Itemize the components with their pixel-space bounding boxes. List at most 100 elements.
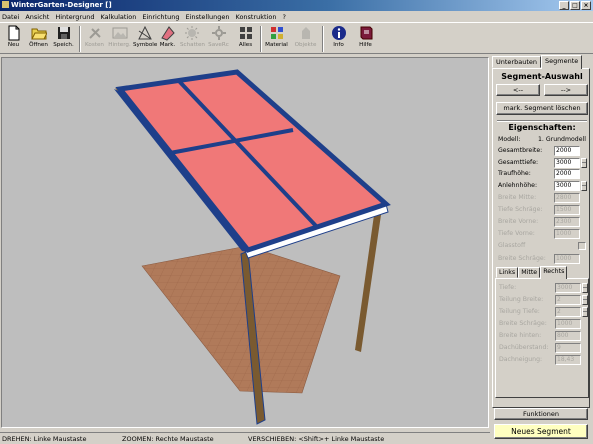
new-label: Neu: [7, 42, 20, 48]
info-label: Info: [333, 42, 344, 48]
anlehnhoehe-input[interactable]: 3000: [554, 181, 580, 191]
tiefe-input: 3000: [555, 283, 581, 293]
breite-vorne-row: Breite Vorne: 2300: [498, 217, 588, 227]
background-button[interactable]: Hinterg.: [108, 24, 131, 54]
help-label: Hilfe: [359, 42, 372, 48]
open-label: Öffnen: [29, 42, 48, 48]
tiefe-schraege-input: 1500: [554, 205, 580, 215]
menu-help[interactable]: ?: [283, 13, 286, 21]
status-rotate-hint: DREHEN: Linke Maustaste: [2, 435, 87, 443]
shadow-button[interactable]: Schatten: [180, 24, 205, 54]
objects-button[interactable]: Objekte: [294, 24, 317, 54]
teilung-breite-row: Teilung Breite: 2: [499, 295, 589, 305]
dachneigung-label: Dachneigung:: [499, 356, 543, 363]
teilung-breite-spinner: [582, 295, 588, 305]
post-right: [355, 208, 382, 352]
tab-unterbauten[interactable]: Unterbauten: [492, 56, 541, 68]
toolbar: Neu Öffnen Speich. Kosten Hinterg. Symbo…: [0, 22, 593, 54]
next-segment-button[interactable]: -->: [544, 84, 588, 96]
open-button[interactable]: Öffnen: [27, 24, 50, 54]
glasstoff-checkbox[interactable]: [578, 242, 586, 250]
tiefe-spinner: [582, 283, 588, 293]
model-label: Modell:: [498, 136, 521, 143]
properties-panel: Unterbauten Segmente Segment-Auswahl <--…: [491, 55, 592, 442]
breite-mitte-input: 2800: [554, 193, 580, 203]
saverc-button[interactable]: SaveRc: [207, 24, 230, 54]
properties-heading: Eigenschaften:: [508, 123, 576, 132]
menu-ansicht[interactable]: Ansicht: [25, 13, 49, 21]
menu-kalkulation[interactable]: Kalkulation: [100, 13, 136, 21]
toolbar-separator: [260, 26, 262, 52]
floor-tiles: [141, 245, 341, 394]
traufhoehe-row: Traufhöhe: 2000: [498, 169, 588, 179]
tiefe-vorne-label: Tiefe Vorne:: [498, 230, 535, 237]
teilung-tiefe-spinner: [582, 307, 588, 317]
functions-button[interactable]: Funktionen: [494, 408, 588, 420]
info-button[interactable]: Info: [327, 24, 350, 54]
gesamtbreite-input[interactable]: 2000: [554, 146, 580, 156]
anlehnhoehe-label: Anlehnhöhe:: [498, 182, 538, 189]
tiefe-vorne-input: 1000: [554, 229, 580, 239]
menu-einstellungen[interactable]: Einstellungen: [185, 13, 229, 21]
traufhoehe-input[interactable]: 2000: [554, 169, 580, 179]
teilung-tiefe-input: 2: [555, 307, 581, 317]
tiefe-label: Tiefe:: [499, 284, 517, 291]
breite-hinten-label: Breite hinten:: [499, 332, 542, 339]
menu-bar: Datei Ansicht Hintergrund Kalkulation Ei…: [0, 11, 593, 22]
material-icon: [270, 27, 283, 39]
gesamttiefe-input[interactable]: 3000: [554, 158, 580, 168]
mark-label: Mark.: [159, 42, 176, 48]
breite-mitte-label: Breite Mitte:: [498, 194, 537, 201]
anlehnhoehe-spinner[interactable]: [581, 181, 587, 191]
delete-segment-button[interactable]: mark. Segment löschen: [496, 102, 588, 115]
tab-segmente[interactable]: Segmente: [541, 55, 583, 69]
new-button[interactable]: Neu: [2, 24, 25, 54]
carport-3d-scene[interactable]: [2, 58, 488, 427]
cost-button[interactable]: Kosten: [83, 24, 106, 54]
new-segment-button[interactable]: Neues Segment: [494, 424, 588, 439]
new-document-icon: [8, 25, 19, 41]
divider: [497, 120, 587, 122]
status-zoom-hint: ZOOMEN: Rechte Maustaste: [122, 435, 214, 443]
sub-breite-schraege-row: Breite Schräge: 1000: [499, 319, 589, 329]
app-icon: [2, 1, 9, 8]
menu-konstruktion[interactable]: Konstruktion: [236, 13, 277, 21]
shadow-label: Schatten: [180, 42, 205, 48]
teilung-breite-label: Teilung Breite:: [499, 296, 544, 303]
material-button[interactable]: Material: [265, 24, 288, 54]
gesamttiefe-label: Gesamttiefe:: [498, 159, 539, 166]
model-row: Modell: 1. Grundmodell: [498, 135, 588, 145]
teilung-tiefe-label: Teilung Tiefe:: [499, 308, 540, 315]
status-bar: DREHEN: Linke Maustaste ZOOMEN: Rechte M…: [0, 432, 490, 444]
status-move-hint: VERSCHIEBEN: <Shift>+ Linke Maustaste: [248, 435, 385, 443]
symbols-icon: [137, 25, 152, 40]
symbols-button[interactable]: Symbole: [133, 24, 157, 54]
background-icon: [112, 27, 127, 39]
breite-schraege-label: Breite Schräge:: [498, 255, 546, 262]
minimize-button[interactable]: _: [559, 1, 569, 10]
all-button[interactable]: Alles: [234, 24, 257, 54]
all-label: Alles: [238, 42, 253, 48]
tab-links[interactable]: Links: [496, 267, 519, 278]
maximize-button[interactable]: □: [570, 1, 580, 10]
mark-button[interactable]: Mark.: [156, 24, 179, 54]
background-label: Hinterg.: [108, 42, 131, 48]
glasstoff-label: Glasstoff: [498, 242, 526, 249]
help-button[interactable]: Hilfe: [354, 24, 377, 54]
breite-schraege-input: 1000: [554, 254, 580, 264]
shadow-icon: [184, 26, 199, 40]
tab-mitte[interactable]: Mitte: [518, 267, 541, 278]
menu-einrichtung[interactable]: Einrichtung: [142, 13, 179, 21]
cost-tools-icon: [88, 28, 101, 39]
tab-rechts[interactable]: Rechts: [540, 266, 568, 279]
anlehnhoehe-row: Anlehnhöhe: 3000: [498, 181, 588, 191]
menu-hintergrund[interactable]: Hintergrund: [55, 13, 94, 21]
save-button[interactable]: Speich.: [52, 24, 75, 54]
close-button[interactable]: ×: [581, 1, 591, 10]
prev-segment-button[interactable]: <--: [496, 84, 540, 96]
cost-label: Kosten: [85, 42, 104, 48]
menu-datei[interactable]: Datei: [2, 13, 19, 21]
breite-hinten-row: Breite hinten: 800: [499, 331, 589, 341]
3d-viewport[interactable]: [1, 57, 489, 428]
gesamttiefe-spinner[interactable]: [581, 158, 587, 168]
